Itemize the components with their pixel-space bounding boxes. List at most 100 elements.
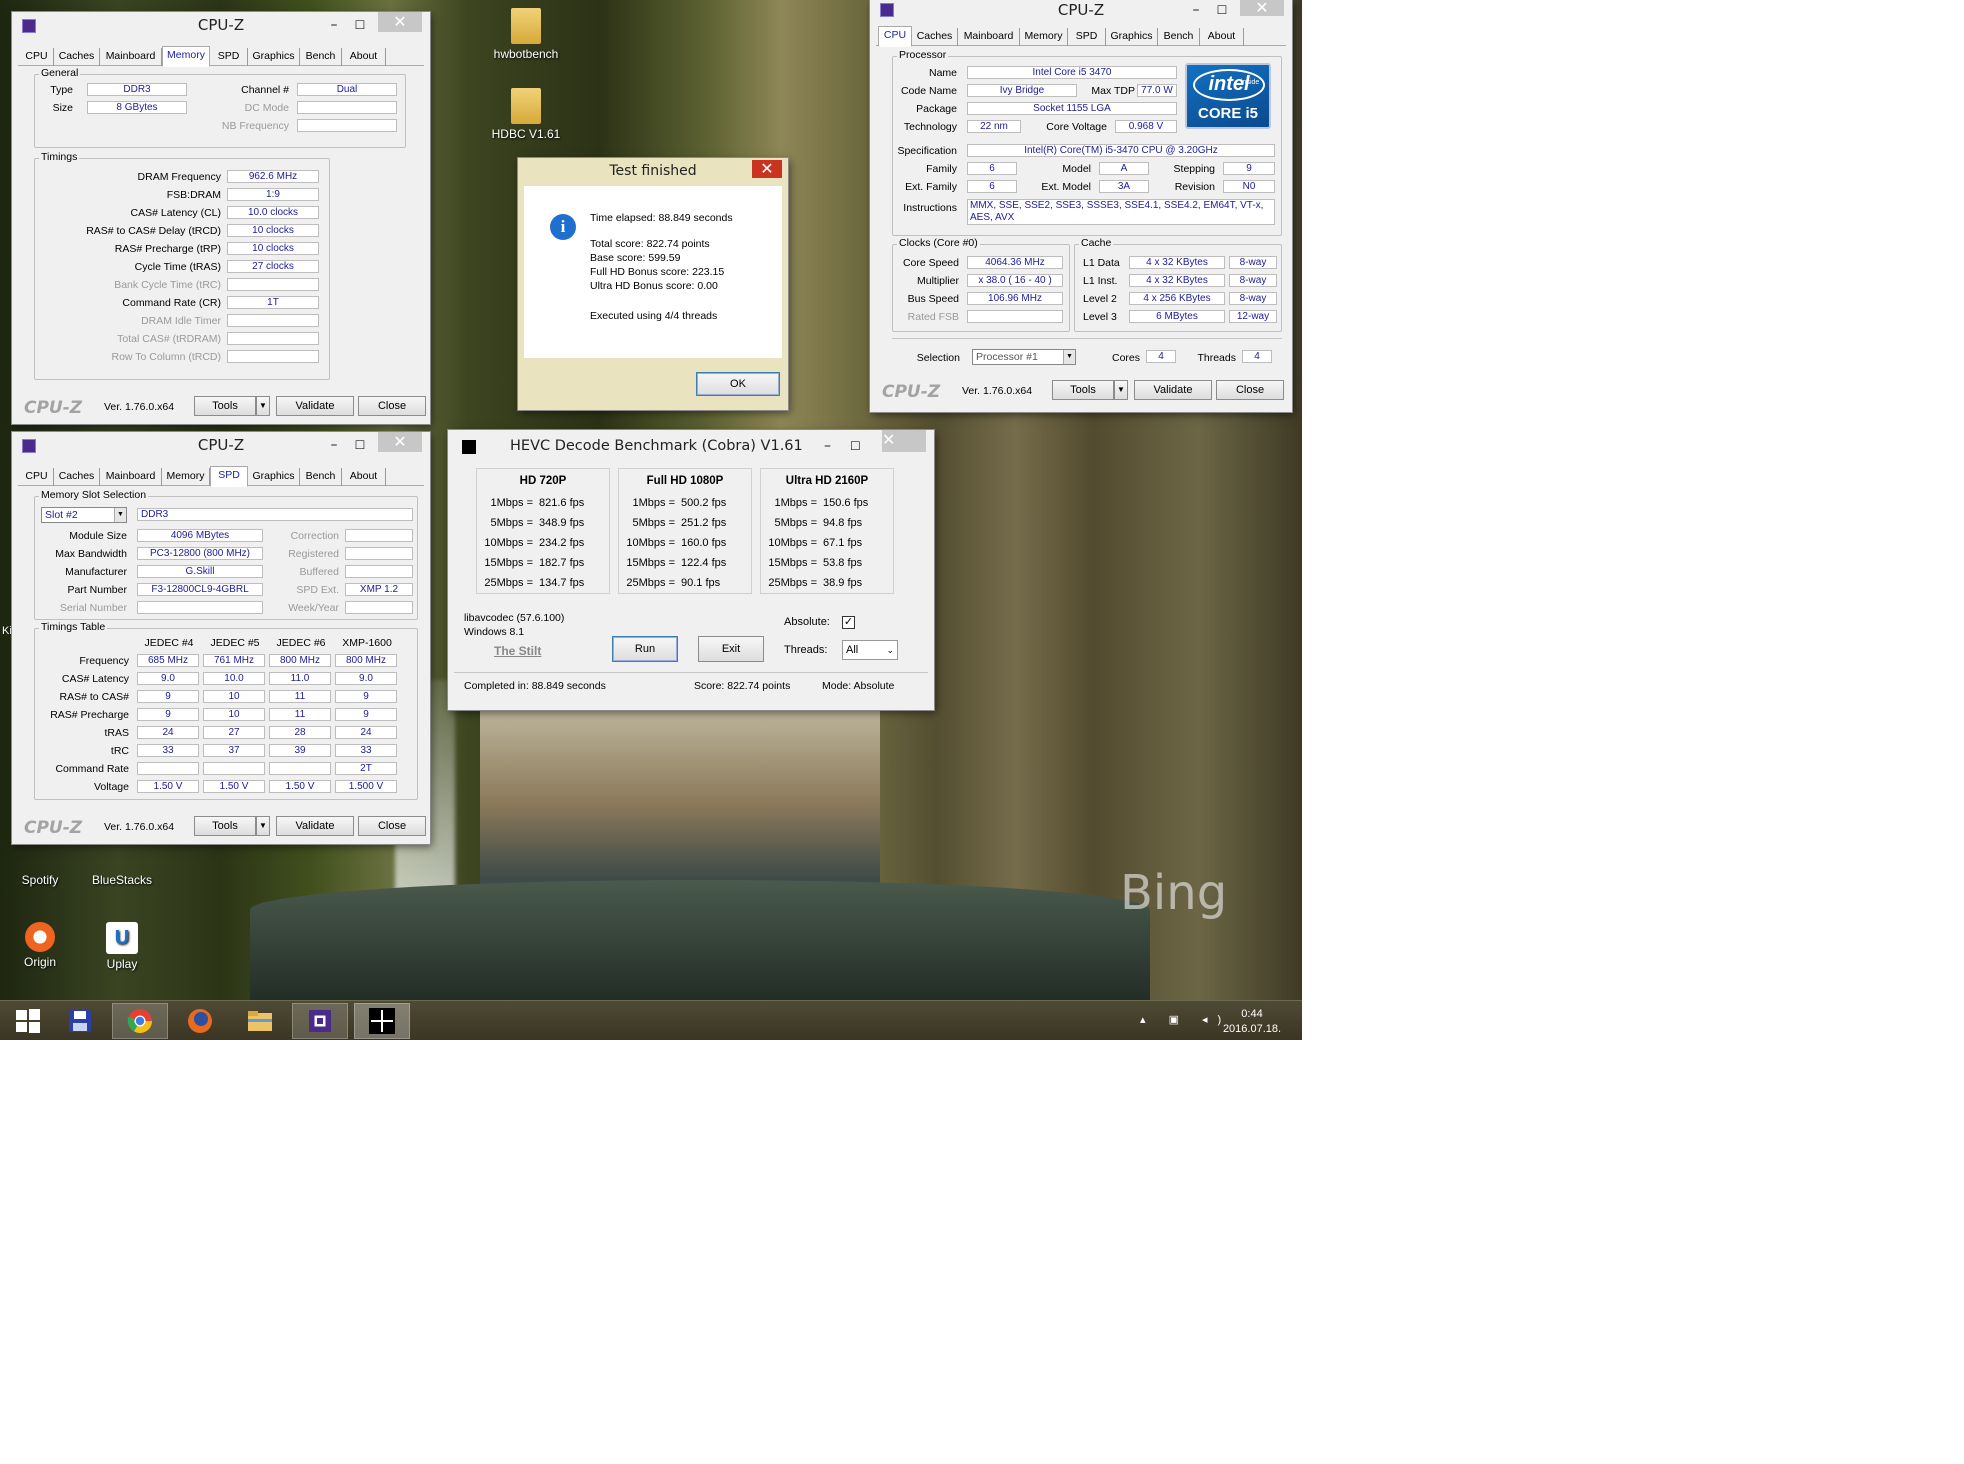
cache-ways: 12-way (1229, 310, 1277, 323)
tools-button[interactable]: Tools (1052, 380, 1114, 400)
ext-family-value: 6 (967, 180, 1017, 193)
table-cell: 800 MHz (269, 654, 331, 667)
tools-dropdown-icon[interactable]: ▼ (256, 396, 270, 416)
tab-about[interactable]: About (342, 468, 386, 486)
name-label: Name (928, 67, 957, 79)
minimize-button[interactable]: – (824, 430, 848, 462)
minimize-button[interactable]: – (322, 432, 346, 458)
tab-graphics[interactable]: Graphics (248, 468, 300, 486)
tools-button[interactable]: Tools (194, 816, 256, 836)
validate-button[interactable]: Validate (276, 816, 354, 836)
maximize-button[interactable]: ☐ (348, 12, 372, 38)
dialog-title: Test finished (609, 163, 697, 179)
close-button[interactable]: Close (358, 396, 426, 416)
credit-link[interactable]: The Stilt (494, 644, 541, 658)
intel-line: CORE i5 (1197, 105, 1258, 122)
tab-memory[interactable]: Memory (162, 468, 210, 486)
taskbar-firefox[interactable] (172, 1003, 228, 1039)
tab-mainboard[interactable]: Mainboard (100, 48, 162, 66)
clock[interactable]: 0:44 2016.07.18. (1210, 1007, 1294, 1037)
threads-value: 4 (1242, 350, 1272, 363)
desktop-icon-hdbc[interactable]: HDBC V1.61 (478, 88, 574, 141)
run-button[interactable]: Run (612, 636, 678, 662)
validate-button[interactable]: Validate (1134, 380, 1212, 400)
tab-spd[interactable]: SPD (1068, 28, 1106, 46)
tab-spd[interactable]: SPD (210, 48, 248, 66)
tab-memory[interactable]: Memory (162, 46, 210, 67)
close-button[interactable]: Close (358, 816, 426, 836)
revision-value: N0 (1223, 180, 1275, 193)
exit-button[interactable]: Exit (698, 636, 764, 662)
multiplier-value: x 38.0 ( 16 - 40 ) (967, 274, 1063, 287)
cpuz-app-icon (22, 439, 36, 453)
table-cell: 9 (137, 690, 199, 703)
close-button[interactable]: Close (1216, 380, 1284, 400)
tab-mainboard[interactable]: Mainboard (100, 468, 162, 486)
timing-value: 10.0 clocks (227, 206, 319, 219)
processor-select[interactable]: Processor #1 ▼ (972, 349, 1076, 365)
minimize-button[interactable]: – (1184, 0, 1208, 20)
validate-button[interactable]: Validate (276, 396, 354, 416)
maximize-button[interactable]: ☐ (850, 430, 874, 462)
tab-caches[interactable]: Caches (54, 48, 100, 66)
channel-value: Dual (297, 83, 397, 96)
tools-dropdown-icon[interactable]: ▼ (256, 816, 270, 836)
tab-cpu[interactable]: CPU (20, 468, 54, 486)
desktop-icon-bluestacks[interactable]: BlueStacks (74, 840, 170, 887)
instructions-value: MMX, SSE, SSE2, SSE3, SSSE3, SSE4.1, SSE… (967, 199, 1275, 225)
tab-about[interactable]: About (1200, 28, 1244, 46)
tab-bench[interactable]: Bench (1158, 28, 1200, 46)
tab-graphics[interactable]: Graphics (248, 48, 300, 66)
taskbar-chrome[interactable] (112, 1003, 168, 1039)
taskbar-hevc[interactable] (354, 1003, 410, 1039)
tab-bench[interactable]: Bench (300, 468, 342, 486)
start-button[interactable] (0, 1003, 56, 1039)
taskbar-save-app[interactable] (52, 1003, 108, 1039)
desktop-icon-hwbotbench[interactable]: hwbotbench (478, 8, 574, 61)
table-cell: 11.0 (269, 672, 331, 685)
cpuz-footer: CPU-Z Ver. 1.76.0.x64 Tools ▼ Validate C… (18, 816, 426, 838)
maximize-button[interactable]: ☐ (348, 432, 372, 458)
model-label: Model (1062, 163, 1091, 175)
floppy-disk-icon (69, 1010, 91, 1032)
tab-cpu[interactable]: CPU (878, 26, 912, 47)
minimize-button[interactable]: – (322, 12, 346, 38)
tools-dropdown-icon[interactable]: ▼ (1114, 380, 1128, 400)
tab-cpu[interactable]: CPU (20, 48, 54, 66)
tab-caches[interactable]: Caches (912, 28, 958, 46)
absolute-checkbox[interactable]: ✓ (842, 616, 855, 629)
tab-mainboard[interactable]: Mainboard (958, 28, 1020, 46)
tab-spd[interactable]: SPD (210, 466, 248, 487)
taskbar-explorer[interactable] (232, 1003, 288, 1039)
slot-select[interactable]: Slot #2 ▼ (41, 507, 127, 523)
dropdown-arrow-icon: ▼ (1063, 350, 1075, 364)
tab-caches[interactable]: Caches (54, 468, 100, 486)
results-column: HD 720P 1Mbps = 821.6 fps 5Mbps = 348.9 fps 1… (476, 468, 610, 594)
tools-button[interactable]: Tools (194, 396, 256, 416)
close-window-button[interactable]: ✕ (378, 432, 422, 452)
close-window-button[interactable]: ✕ (752, 160, 782, 178)
dialog-body: i Time elapsed: 88.849 seconds Total sco… (524, 186, 782, 358)
ok-button[interactable]: OK (696, 372, 780, 396)
ext-model-label: Ext. Model (1041, 181, 1091, 193)
cache-size: 4 x 32 KBytes (1129, 256, 1225, 269)
close-window-button[interactable]: ✕ (1240, 0, 1284, 16)
cpuz-app-icon (22, 19, 36, 33)
cache-ways: 8-way (1229, 292, 1277, 305)
desktop-icon-uplay[interactable]: U Uplay (74, 922, 170, 971)
close-window-button[interactable]: ✕ (882, 430, 926, 452)
close-window-button[interactable]: ✕ (378, 12, 422, 32)
maximize-button[interactable]: ☐ (1210, 0, 1234, 20)
spd-field-value (345, 529, 413, 542)
threads-select[interactable]: All ⌄ (842, 640, 898, 660)
taskbar-cpuz[interactable] (292, 1003, 348, 1039)
table-cell: 1.500 V (335, 780, 397, 793)
tab-about[interactable]: About (342, 48, 386, 66)
slot-value: Slot #2 (45, 509, 78, 521)
firefox-icon (188, 1009, 212, 1033)
tab-bench[interactable]: Bench (300, 48, 342, 66)
tab-memory[interactable]: Memory (1020, 28, 1068, 46)
codename-value: Ivy Bridge (967, 84, 1077, 97)
tab-graphics[interactable]: Graphics (1106, 28, 1158, 46)
clock-date: 2016.07.18. (1222, 1023, 1282, 1035)
